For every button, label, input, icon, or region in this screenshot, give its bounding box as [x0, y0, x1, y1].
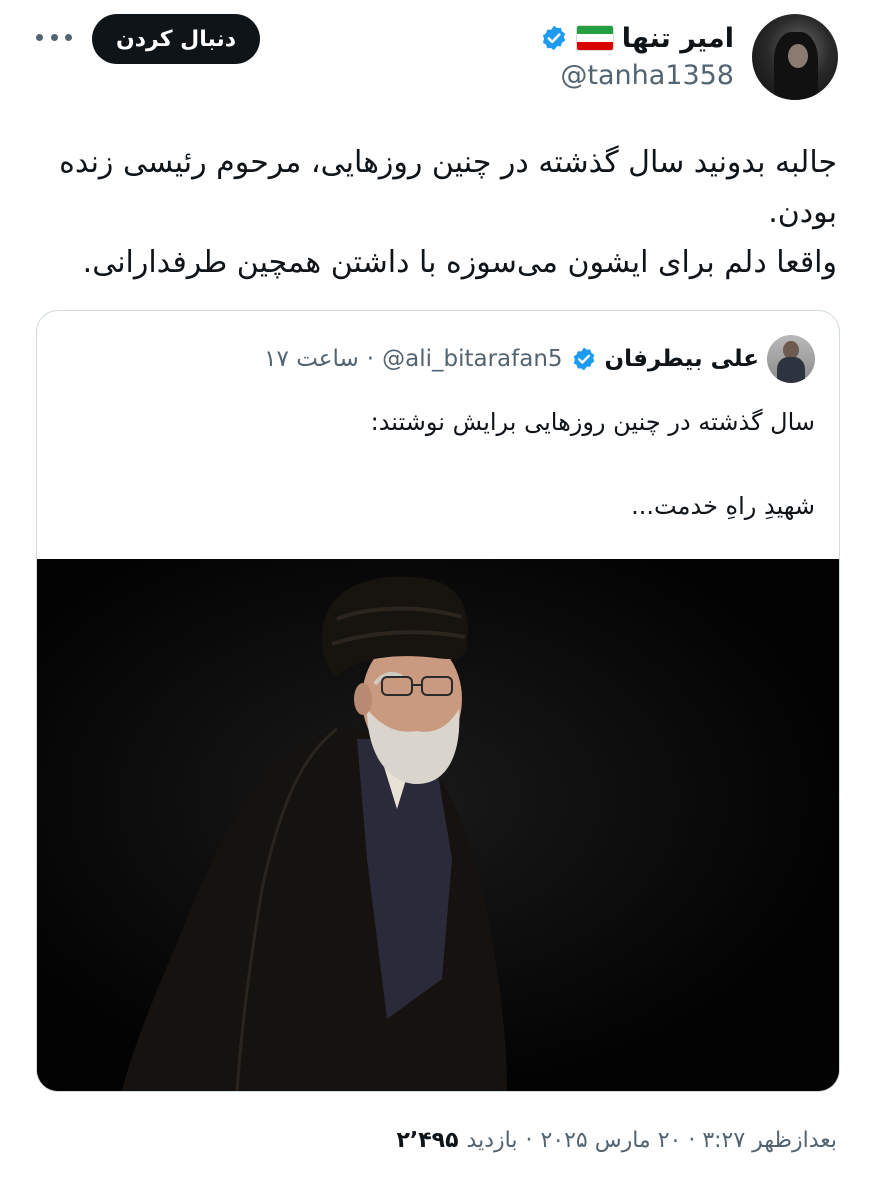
- quoted-author-handle[interactable]: @ali_bitarafan5: [382, 346, 562, 372]
- tweet-meta-footer: بعدازظهر ۳:۲۷ · ۲۰ مارس ۲۰۲۵ · بازدید ۲٬…: [396, 1128, 837, 1153]
- verified-badge-icon: [542, 25, 565, 51]
- quoted-line: سال گذشته در چنین روزهایی برایش نوشتند:: [370, 408, 815, 436]
- flag-stripe-white: [576, 34, 613, 42]
- iran-flag-icon: [575, 25, 614, 51]
- quoted-author-avatar[interactable]: [767, 335, 815, 383]
- views-count: ۲٬۴۹۵: [396, 1128, 459, 1153]
- author-name-row: امیر تنها: [540, 18, 734, 58]
- avatar-face: [788, 44, 808, 68]
- quoted-line: شهیدِ راهِ خدمت...: [631, 492, 815, 520]
- quoted-author-name[interactable]: علی بیطرفان: [605, 346, 759, 372]
- tweet-line: واقعا دلم برای ایشون می‌سوزه با داشتن هم…: [82, 245, 837, 280]
- tweet-text: جالبه بدونید سال گذشته در چنین روزهایی، …: [37, 138, 837, 288]
- dot-separator: ·: [525, 1128, 533, 1153]
- more-dot: [65, 33, 72, 41]
- quoted-tweet-card[interactable]: علی بیطرفان @ali_bitarafan5 · ساعت ۱۷ سا…: [36, 310, 840, 1092]
- more-dot: [36, 33, 43, 41]
- flag-stripe-green: [576, 26, 613, 34]
- portrait-illustration: [37, 559, 839, 1091]
- quoted-time[interactable]: ساعت ۱۷: [264, 346, 359, 372]
- views-label: بازدید: [466, 1128, 518, 1153]
- author-display-name[interactable]: امیر تنها: [622, 23, 734, 54]
- quoted-tweet-header: علی بیطرفان @ali_bitarafan5 · ساعت ۱۷: [264, 335, 815, 383]
- author-handle[interactable]: @tanha1358: [560, 60, 734, 91]
- follow-button[interactable]: دنبال کردن: [92, 14, 260, 64]
- dot-separator: ·: [366, 346, 375, 372]
- more-dot: [50, 33, 58, 41]
- quoted-tweet-text: سال گذشته در چنین روزهایی برایش نوشتند: …: [55, 401, 815, 527]
- tweet-datetime[interactable]: بعدازظهر ۳:۲۷ · ۲۰ مارس ۲۰۲۵: [540, 1128, 837, 1153]
- quoted-tweet-photo[interactable]: [37, 559, 839, 1091]
- more-options-icon[interactable]: [36, 22, 72, 52]
- quoted-avatar-body: [777, 357, 805, 383]
- flag-stripe-red: [576, 42, 613, 50]
- author-avatar[interactable]: [752, 14, 838, 100]
- quoted-verified-badge-icon: [573, 347, 594, 371]
- tweet-line: بودن.: [768, 195, 837, 230]
- tweet-line: جالبه بدونید سال گذشته در چنین روزهایی، …: [59, 145, 837, 180]
